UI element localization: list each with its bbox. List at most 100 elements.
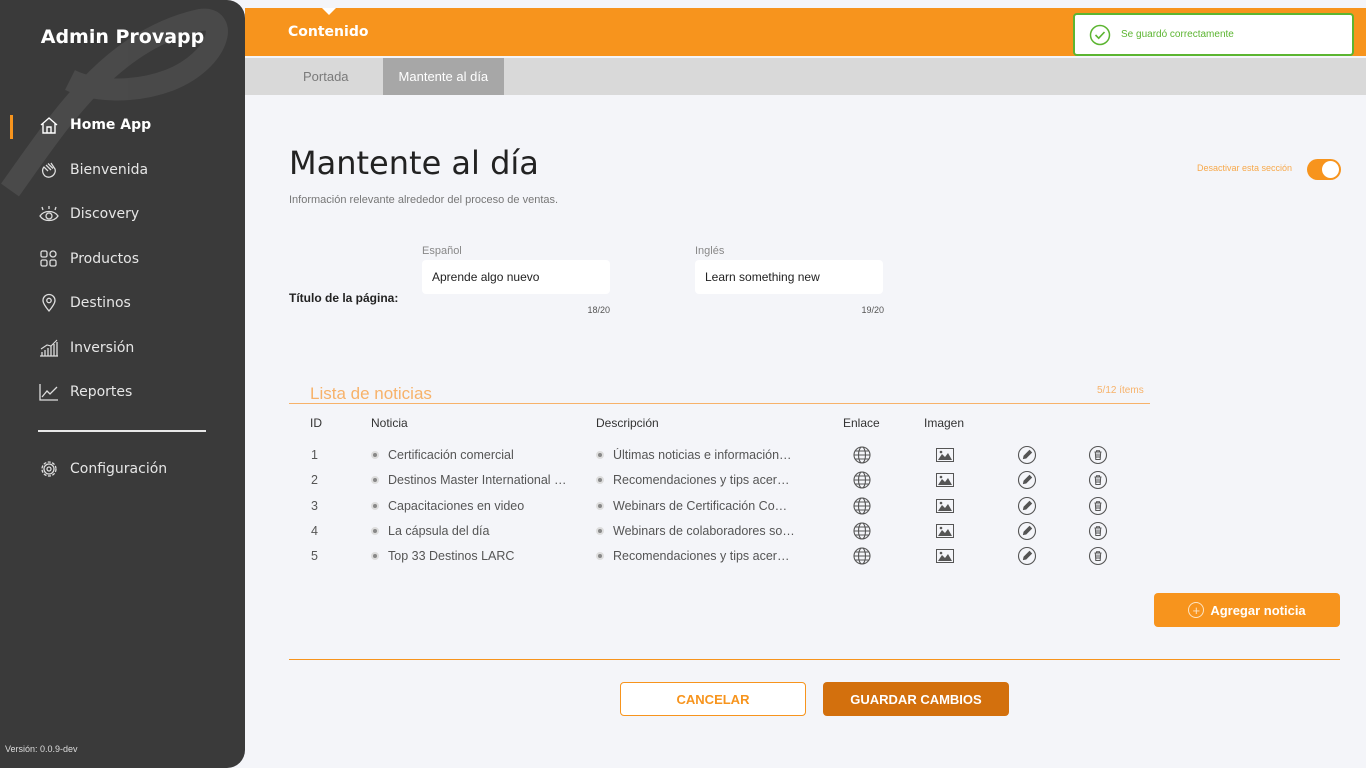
image-icon[interactable] [935,546,955,566]
edit-pencil-icon[interactable] [1017,445,1037,465]
location-pin-icon [38,292,60,314]
bullet-icon [371,502,379,510]
header-notch [322,8,336,15]
column-header-descripcion: Descripción [596,416,659,430]
table-row: 5 Top 33 Destinos LARC Recomendaciones y t… [0,546,1366,571]
table-row: 4 La cápsula del día Webinars de colaborad… [0,521,1366,546]
toggle-label: Desactivar esta sección [1197,163,1293,173]
row-descripcion: Recomendaciones y tips acer… [613,549,790,563]
english-label: Inglés [695,245,725,257]
bullet-icon [371,552,379,560]
row-descripcion: Últimas noticias e información… [613,448,792,462]
image-icon[interactable] [935,470,955,490]
table-row: 1 Certificación comercial Últimas noticias… [0,445,1366,470]
sidebar-item-label: Bienvenida [70,161,149,178]
grid-icon [38,248,60,270]
sidebar-item-reportes[interactable]: Reportes [0,370,245,415]
row-id: 1 [311,448,318,462]
news-list-title: Lista de noticias [310,384,432,403]
tab-mantente-al-dia[interactable]: Mantente al día [382,58,505,95]
cancel-button[interactable]: CANCELAR [620,682,806,716]
line-chart-icon [38,381,60,403]
globe-icon[interactable] [852,445,872,465]
header-title: Contenido [288,24,369,40]
sidebar: Admin Provapp Home App Bienvenida Discov… [0,0,245,768]
sidebar-divider [38,430,206,432]
footer-divider [289,659,1340,660]
row-noticia: Destinos Master International … [388,473,567,487]
column-header-enlace: Enlace [843,416,880,430]
eye-icon [38,203,60,225]
delete-trash-icon[interactable] [1088,470,1108,490]
tab-bar: Portada Mantente al día [245,58,1366,95]
sidebar-item-label: Reportes [70,384,133,401]
english-title-input[interactable] [695,260,883,294]
sidebar-item-label: Inversión [70,339,135,356]
bullet-icon [596,527,604,535]
success-toast: Se guardó correctamente [1073,13,1354,56]
column-header-imagen: Imagen [924,416,965,430]
sidebar-item-discovery[interactable]: Discovery [0,192,245,237]
toggle-knob [1322,161,1339,178]
row-id: 5 [311,549,318,563]
edit-pencil-icon[interactable] [1017,470,1037,490]
image-icon[interactable] [935,496,955,516]
table-row: 2 Destinos Master International … Recomend… [0,470,1366,495]
delete-trash-icon[interactable] [1088,521,1108,541]
sidebar-item-label: Home App [70,117,152,134]
edit-pencil-icon[interactable] [1017,496,1037,516]
bullet-icon [371,476,379,484]
row-descripcion: Webinars de Certificación Co… [613,499,788,513]
row-noticia: Top 33 Destinos LARC [388,549,515,563]
plus-circle-icon: + [1188,602,1205,618]
home-icon [38,114,60,136]
spanish-title-input[interactable] [422,260,610,294]
image-icon[interactable] [935,521,955,541]
column-header-id: ID [310,416,322,430]
add-news-button[interactable]: + Agregar noticia [1154,593,1340,627]
edit-pencil-icon[interactable] [1017,521,1037,541]
edit-pencil-icon[interactable] [1017,546,1037,566]
check-circle-icon [1089,24,1111,45]
sidebar-item-productos[interactable]: Productos [0,237,245,282]
delete-trash-icon[interactable] [1088,496,1108,516]
image-icon[interactable] [935,445,955,465]
page-title-field-label: Título de la página: [289,291,399,305]
bullet-icon [371,451,379,459]
sidebar-nav: Home App Bienvenida Discovery Productos … [0,103,245,415]
row-descripcion: Webinars de colaboradores so… [613,524,795,538]
row-noticia: Certificación comercial [388,448,514,462]
app-title: Admin Provapp [40,26,205,48]
globe-icon[interactable] [852,546,872,566]
version-label: Versión: 0.0.9-dev [5,744,78,754]
english-char-count: 19/20 [861,305,884,315]
news-item-count: 5/12 ítems [1097,385,1144,396]
spanish-char-count: 18/20 [587,305,610,315]
delete-trash-icon[interactable] [1088,546,1108,566]
sidebar-item-destinos[interactable]: Destinos [0,281,245,326]
save-changes-button[interactable]: GUARDAR CAMBIOS [823,682,1009,716]
add-news-label: Agregar noticia [1210,602,1306,618]
sidebar-item-home-app[interactable]: Home App [0,103,245,148]
row-id: 2 [311,473,318,487]
toast-message: Se guardó correctamente [1121,29,1234,40]
row-descripcion: Recomendaciones y tips acer… [613,473,790,487]
wave-hand-icon [38,159,60,181]
bullet-icon [371,527,379,535]
row-noticia: La cápsula del día [388,524,490,538]
tab-portada[interactable]: Portada [269,58,383,95]
bullet-icon [596,552,604,560]
sidebar-item-bienvenida[interactable]: Bienvenida [0,148,245,193]
section-toggle[interactable] [1307,159,1341,180]
table-row: 3 Capacitaciones en video Webinars de Cert… [0,496,1366,521]
sidebar-item-inversion[interactable]: Inversión [0,326,245,371]
globe-icon[interactable] [852,470,872,490]
globe-icon[interactable] [852,521,872,541]
delete-trash-icon[interactable] [1088,445,1108,465]
column-header-noticia: Noticia [371,416,408,430]
sidebar-item-label: Discovery [70,206,140,223]
row-noticia: Capacitaciones en video [388,499,525,513]
globe-icon[interactable] [852,496,872,516]
bar-chart-icon [38,337,60,359]
page-subtitle: Información relevante alrededor del proc… [289,194,559,206]
